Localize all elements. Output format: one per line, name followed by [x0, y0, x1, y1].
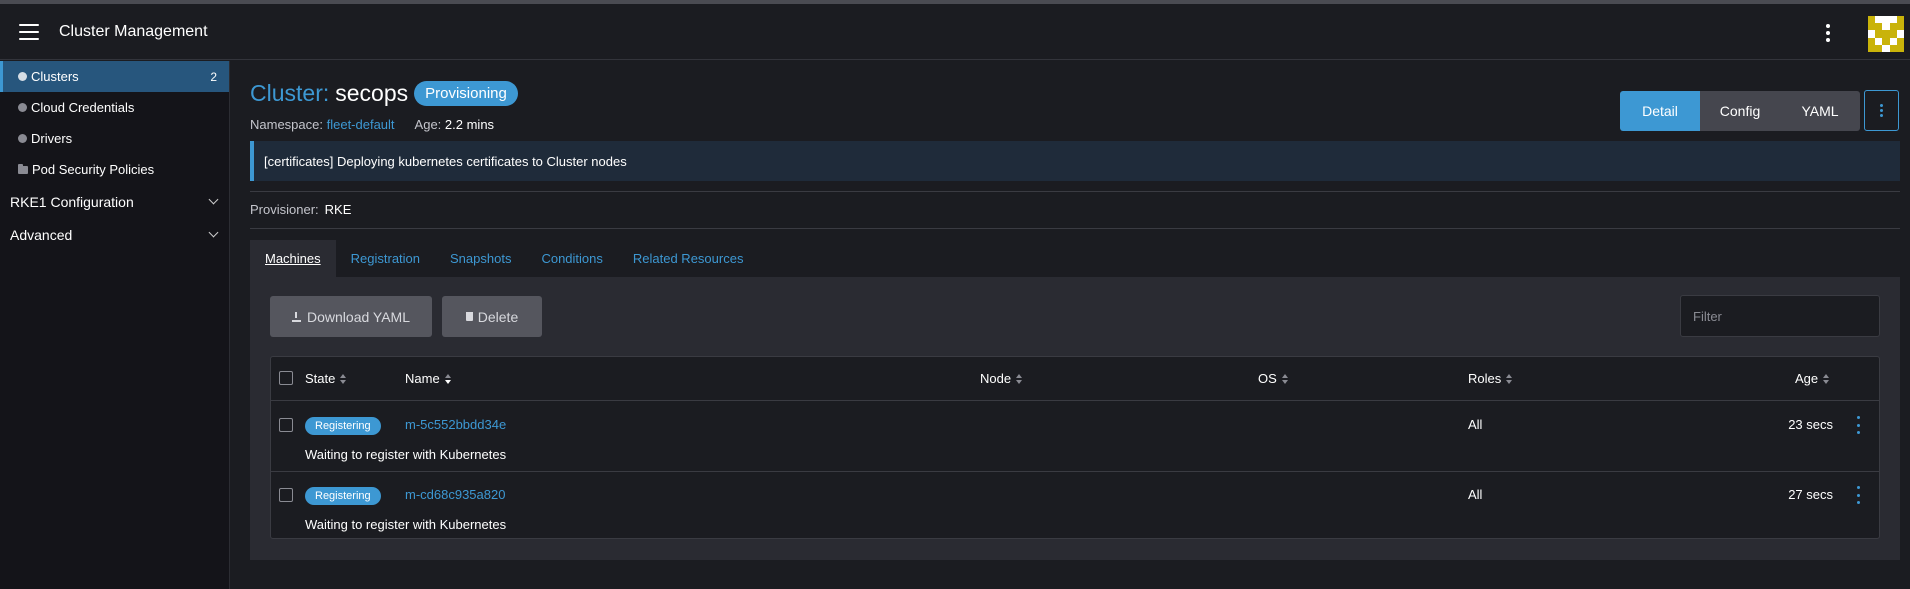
- row-kebab-icon[interactable]: [1855, 416, 1861, 434]
- table-row: Registering m-cd68c935a820 All 27 secs W…: [271, 471, 1879, 540]
- status-badge: Registering: [305, 417, 381, 435]
- sidebar-item-cloud-credentials[interactable]: Cloud Credentials: [0, 92, 229, 123]
- cloud-credentials-icon: [18, 103, 27, 112]
- sort-icon: [1281, 373, 1289, 384]
- machine-roles: All: [1468, 487, 1483, 502]
- filter-input[interactable]: [1680, 295, 1880, 337]
- machine-roles: All: [1468, 417, 1483, 432]
- column-state[interactable]: State: [305, 371, 347, 386]
- tab-related-resources[interactable]: Related Resources: [618, 240, 759, 277]
- machine-name-link[interactable]: m-cd68c935a820: [405, 487, 505, 502]
- column-label: Name: [405, 371, 440, 386]
- app-title: Cluster Management: [59, 22, 208, 40]
- sidebar-item-label: Drivers: [31, 131, 73, 146]
- age-value: 2.2 mins: [444, 117, 495, 132]
- sort-icon: [340, 373, 347, 384]
- download-icon: [292, 311, 301, 322]
- tab-conditions[interactable]: Conditions: [526, 240, 617, 277]
- cluster-icon: [18, 72, 27, 81]
- sidebar-item-clusters[interactable]: Clusters 2: [0, 61, 229, 92]
- delete-button[interactable]: Delete: [442, 296, 542, 337]
- divider: [250, 191, 1900, 192]
- clusters-count: 2: [210, 69, 217, 84]
- column-roles[interactable]: Roles: [1468, 371, 1513, 386]
- machines-table: State Name Node OS Roles Age Registering…: [270, 356, 1880, 539]
- column-os[interactable]: OS: [1258, 371, 1289, 386]
- table-row: Registering m-5c552bbdd34e All 23 secs W…: [271, 402, 1879, 471]
- column-age[interactable]: Age: [1795, 371, 1830, 386]
- sort-icon: [1823, 373, 1830, 384]
- sidebar-item-label: Pod Security Policies: [32, 162, 155, 177]
- sidebar-group-advanced[interactable]: Advanced: [0, 218, 229, 251]
- namespace-meta: Namespace: fleet-default: [250, 117, 395, 132]
- hamburger-icon[interactable]: [19, 23, 39, 40]
- sidebar-item-drivers[interactable]: Drivers: [0, 123, 229, 154]
- download-yaml-label: Download YAML: [307, 308, 410, 325]
- page-title-prefix: Cluster:: [250, 80, 330, 106]
- sidebar-group-label: Advanced: [10, 226, 73, 243]
- yaml-button[interactable]: YAML: [1780, 91, 1860, 131]
- sidebar-group-rke1-configuration[interactable]: RKE1 Configuration: [0, 185, 229, 218]
- meta-row: Namespace: fleet-default Age: 2.2 mins: [250, 117, 494, 132]
- delete-label: Delete: [477, 308, 519, 325]
- view-mode-switch: Detail Config YAML: [1620, 91, 1860, 131]
- page-title: Cluster: secops Provisioning: [250, 80, 518, 107]
- sidebar-item-label: Cloud Credentials: [31, 100, 135, 115]
- column-label: State: [305, 371, 336, 386]
- drivers-icon: [18, 134, 27, 143]
- folder-icon: [18, 163, 28, 174]
- sort-icon: [1016, 373, 1023, 384]
- row-checkbox[interactable]: [279, 418, 293, 432]
- detail-button[interactable]: Detail: [1620, 91, 1700, 131]
- tab-snapshots[interactable]: Snapshots: [435, 240, 526, 277]
- tab-bar: Machines Registration Snapshots Conditio…: [250, 240, 758, 277]
- machine-age: 27 secs: [1788, 487, 1833, 502]
- status-badge: Provisioning: [414, 81, 518, 106]
- header-kebab-icon[interactable]: [1818, 22, 1838, 44]
- tab-registration[interactable]: Registration: [336, 240, 435, 277]
- age-label: Age:: [414, 117, 442, 132]
- chevron-down-icon: [208, 194, 219, 205]
- provisioner-value: RKE: [324, 202, 352, 217]
- chevron-down-icon: [208, 227, 219, 238]
- download-yaml-button[interactable]: Download YAML: [270, 296, 432, 337]
- row-checkbox[interactable]: [279, 488, 293, 502]
- column-label: Age: [1795, 371, 1819, 386]
- actions-kebab-icon[interactable]: [1864, 90, 1899, 131]
- column-name[interactable]: Name: [405, 371, 452, 386]
- config-button[interactable]: Config: [1700, 91, 1780, 131]
- column-node[interactable]: Node: [980, 371, 1023, 386]
- namespace-link[interactable]: fleet-default: [327, 117, 395, 132]
- select-all-checkbox[interactable]: [279, 371, 293, 385]
- sidebar-item-pod-security-policies[interactable]: Pod Security Policies: [0, 154, 229, 185]
- divider: [250, 228, 1900, 229]
- sort-icon: [1506, 373, 1513, 384]
- column-label: Node: [980, 371, 1012, 386]
- sort-icon: [444, 373, 452, 384]
- namespace-label: Namespace:: [250, 117, 323, 132]
- column-label: OS: [1258, 371, 1277, 386]
- sidebar-group-label: RKE1 Configuration: [10, 193, 134, 210]
- table-header: State Name Node OS Roles Age: [271, 357, 1879, 401]
- machine-name-link[interactable]: m-5c552bbdd34e: [405, 417, 506, 432]
- machine-status-message: Waiting to register with Kubernetes: [305, 517, 507, 532]
- machine-status-message: Waiting to register with Kubernetes: [305, 447, 507, 462]
- trash-icon: [465, 312, 473, 321]
- machines-panel: Download YAML Delete State Name Node OS: [250, 277, 1900, 560]
- provisioner-meta: Provisioner: RKE: [250, 202, 351, 217]
- avatar[interactable]: [1868, 16, 1904, 52]
- info-banner: [certificates] Deploying kubernetes cert…: [250, 141, 1900, 181]
- sidebar: Clusters 2 Cloud Credentials Drivers Pod…: [0, 61, 230, 589]
- page-title-name: secops: [335, 80, 409, 106]
- sidebar-item-label: Clusters: [31, 69, 79, 84]
- machine-age: 23 secs: [1788, 417, 1833, 432]
- provisioner-label: Provisioner:: [250, 202, 319, 217]
- top-header: Cluster Management: [0, 4, 1910, 60]
- column-label: Roles: [1468, 371, 1502, 386]
- status-badge: Registering: [305, 487, 381, 505]
- tab-machines[interactable]: Machines: [250, 240, 336, 277]
- row-kebab-icon[interactable]: [1855, 486, 1861, 504]
- age-meta: Age: 2.2 mins: [415, 117, 495, 132]
